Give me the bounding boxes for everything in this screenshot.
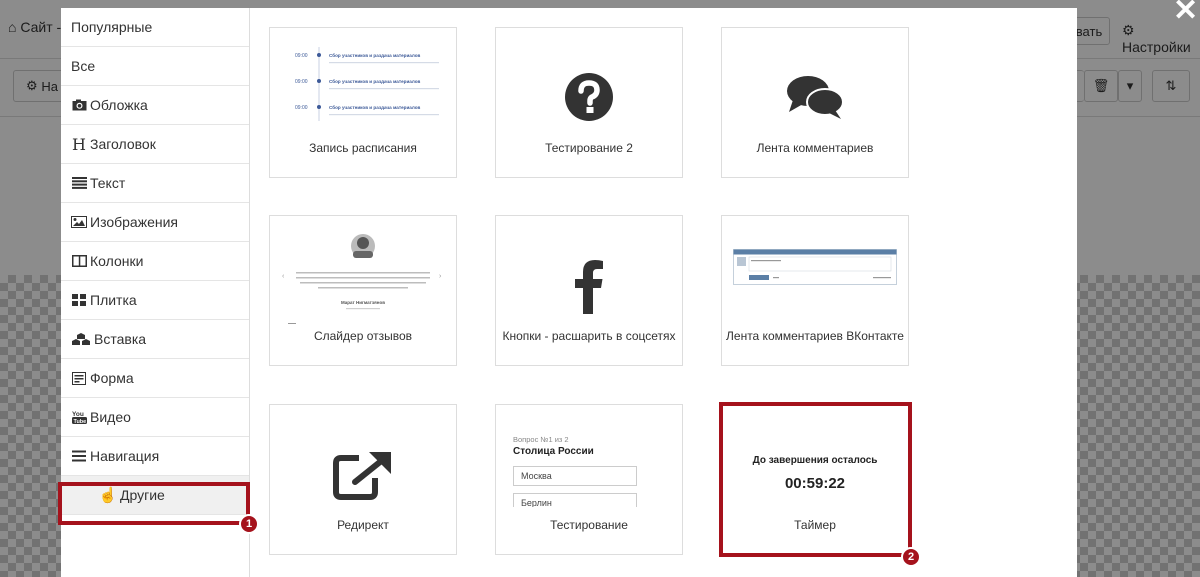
sidebar-item-popular[interactable]: Популярные	[61, 8, 249, 47]
sidebar-item-label: Изображения	[90, 214, 178, 230]
facebook-icon	[496, 216, 682, 326]
sidebar-item-video[interactable]: You Tube Видео	[61, 398, 249, 437]
svg-text:‹: ‹	[282, 273, 285, 280]
sidebar-item-label: Все	[71, 58, 96, 74]
block-card-share-buttons[interactable]: Кнопки - расшарить в соцсетях	[495, 215, 683, 366]
block-card-label: Запись расписания	[309, 141, 417, 155]
block-card-redirect[interactable]: Редирект	[269, 404, 457, 555]
question-icon	[496, 28, 682, 138]
sidebar-item-all[interactable]: Все	[61, 47, 249, 86]
bars-icon	[71, 449, 87, 463]
sidebar-item-label: Видео	[90, 409, 131, 425]
sidebar-item-text[interactable]: Текст	[61, 164, 249, 203]
quiz-question: Столица России	[513, 446, 594, 457]
schedule-time: 09:00	[295, 53, 308, 59]
svg-text:›: ›	[439, 273, 442, 280]
block-card-testing-2[interactable]: Тестирование 2	[495, 27, 683, 178]
sidebar-item-label: Вставка	[94, 331, 147, 347]
header-icon: H	[72, 134, 86, 154]
comments-icon	[722, 28, 908, 138]
schedule-time: 09:00	[295, 105, 308, 111]
block-library-modal: Популярные Все Обложка H Заголовок Текст…	[58, 8, 1077, 577]
block-card-label: Лента комментариев ВКонтакте	[726, 329, 904, 343]
align-justify-icon	[71, 176, 87, 190]
block-card-label: Тестирование	[550, 518, 628, 532]
block-card-comments[interactable]: Лента комментариев	[721, 27, 909, 178]
block-card-vk-comments[interactable]: Лента комментариев ВКонтакте	[721, 215, 909, 366]
svg-text:Tube: Tube	[73, 419, 86, 424]
sidebar-item-images[interactable]: Изображения	[61, 203, 249, 242]
close-icon[interactable]: ✕	[1173, 0, 1198, 26]
sidebar-item-navigation[interactable]: Навигация	[61, 437, 249, 476]
block-card-testing[interactable]: Вопрос №1 из 2 Столица России Москва Бер…	[495, 404, 683, 555]
quiz-counter: Вопрос №1 из 2	[513, 435, 569, 444]
block-card-label: Редирект	[337, 518, 389, 532]
sidebar-item-cover[interactable]: Обложка	[61, 86, 249, 125]
sidebar-item-label: Колонки	[90, 253, 144, 269]
sidebar-item-header[interactable]: H Заголовок	[61, 125, 249, 164]
sidebar-item-label: Навигация	[90, 448, 160, 464]
sidebar-item-label: Заголовок	[90, 136, 156, 152]
svg-text:You: You	[72, 411, 84, 418]
review-author: Марат Нигматзянов	[341, 300, 385, 305]
quiz-option: Москва	[513, 466, 637, 486]
schedule-item-title: Сбор участников и раздача материалов	[329, 78, 421, 84]
image-icon	[71, 215, 87, 229]
schedule-time: 09:00	[295, 79, 308, 85]
sidebar-item-label: Плитка	[90, 292, 137, 308]
schedule-item-title: Сбор участников и раздача материалов	[329, 104, 421, 110]
sidebar-item-columns[interactable]: Колонки	[61, 242, 249, 281]
sidebar-item-label: Текст	[90, 175, 126, 191]
block-card-label: Тестирование 2	[545, 141, 633, 155]
th-large-icon	[71, 293, 87, 307]
block-card-reviews-slider[interactable]: ‹ › Марат Нигматзянов Слайдер отзывов	[269, 215, 457, 366]
external-link-icon	[270, 405, 456, 515]
highlight-frame-timer	[719, 402, 912, 557]
schedule-item-title: Сбор участников и раздача материалов	[329, 52, 421, 58]
highlight-frame-other	[58, 482, 250, 525]
block-card-label: Кнопки - расшарить в соцсетях	[502, 329, 676, 343]
columns-icon	[71, 254, 87, 268]
form-icon	[71, 371, 87, 385]
sidebar-item-form[interactable]: Форма	[61, 359, 249, 398]
youtube-icon: You Tube	[71, 410, 87, 424]
vk-comments-preview	[722, 216, 908, 326]
cubes-icon	[71, 332, 91, 346]
schedule-preview: 09:00 09:00 09:00 Сбор участников и разд…	[270, 28, 456, 138]
sidebar-item-label: Форма	[90, 370, 134, 386]
step-badge-2: 2	[901, 547, 921, 567]
block-card-label: Лента комментариев	[756, 141, 874, 155]
camera-icon	[71, 98, 87, 112]
sidebar-item-label: Обложка	[90, 97, 148, 113]
sidebar-item-embed[interactable]: Вставка	[61, 320, 249, 359]
reviews-preview: ‹ › Марат Нигматзянов	[270, 216, 456, 326]
block-grid: 09:00 09:00 09:00 Сбор участников и разд…	[250, 8, 1077, 577]
sidebar-item-label: Популярные	[71, 19, 153, 35]
sidebar-item-tiles[interactable]: Плитка	[61, 281, 249, 320]
quiz-option: Берлин	[513, 493, 637, 507]
block-card-label: Слайдер отзывов	[313, 329, 413, 343]
block-card-schedule[interactable]: 09:00 09:00 09:00 Сбор участников и разд…	[269, 27, 457, 178]
